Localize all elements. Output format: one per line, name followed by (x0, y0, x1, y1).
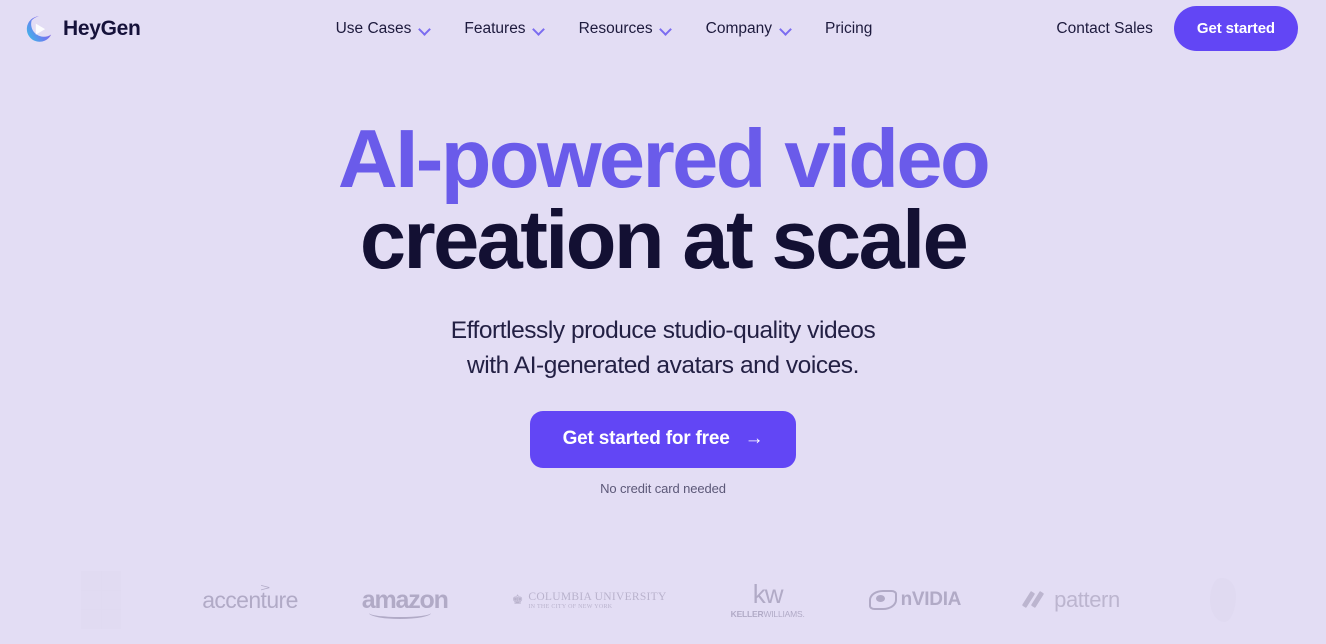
cta-note: No credit card needed (600, 480, 726, 496)
pattern-slashes-icon (1021, 590, 1047, 609)
logo-kw-sublabel-bold: KELLER (730, 609, 764, 619)
columbia-crown-icon: ♚ (511, 592, 524, 607)
logo-accenture: > accenture (202, 556, 298, 644)
nav-label-features: Features (464, 19, 526, 37)
cta-label: Get started for free (562, 428, 730, 450)
nav-label-resources: Resources (578, 19, 653, 37)
hero-section: AI-powered video creation at scale Effor… (0, 57, 1326, 496)
brand-name: HeyGen (63, 16, 141, 40)
get-started-for-free-button[interactable]: Get started for free → (529, 410, 797, 468)
page-title: AI-powered video creation at scale (0, 57, 1326, 280)
hero-title-line-2: creation at scale (359, 192, 969, 286)
hero-title-line-1: AI-powered video (337, 112, 991, 205)
logo-placeholder-icon (1209, 578, 1236, 622)
logo-nvidia-label: nVIDIA (900, 589, 962, 610)
brand-logo-link[interactable]: HeyGen (24, 14, 141, 44)
arrow-right-icon: → (744, 427, 764, 449)
hero-subtitle: Effortlessly produce studio-quality vide… (0, 280, 1326, 384)
nav-item-pricing[interactable]: Pricing (825, 20, 872, 38)
hero-subtitle-line-2: with AI-generated avatars and voices. (467, 351, 859, 379)
site-header: HeyGen Use Cases Features Resources Comp… (0, 0, 1326, 57)
logo-partial-left (64, 556, 138, 644)
logo-placeholder-icon (81, 571, 122, 629)
chevron-down-icon (534, 25, 545, 32)
logo-nvidia: nVIDIA (868, 556, 962, 644)
chevron-down-icon (419, 25, 430, 32)
nav-item-use-cases[interactable]: Use Cases (336, 20, 431, 38)
logo-kw-sublabel-light: WILLIAMS. (763, 609, 805, 619)
logo-keller-williams: kw KELLERWILLIAMS. (731, 556, 805, 644)
nav-item-features[interactable]: Features (464, 20, 544, 38)
chevron-down-icon (780, 25, 791, 32)
nvidia-eye-icon (868, 590, 897, 610)
logo-columbia-university: ♚ COLUMBIA UNIVERSITY IN THE CITY OF NEW… (512, 556, 667, 644)
contact-sales-link[interactable]: Contact Sales (1056, 20, 1153, 38)
nav-label-use-cases: Use Cases (335, 19, 412, 37)
logo-pattern-label: pattern (1054, 587, 1120, 612)
heygen-landing-page: HeyGen Use Cases Features Resources Comp… (0, 0, 1326, 644)
heygen-play-swoosh-icon (26, 15, 52, 42)
logo-pattern: pattern (1021, 556, 1120, 644)
chevron-down-icon (661, 25, 672, 32)
header-actions: Contact Sales Get started (1056, 6, 1298, 51)
logo-amazon: amazon (362, 556, 449, 644)
nav-label-pricing: Pricing (825, 19, 873, 37)
hero-subtitle-line-1: Effortlessly produce studio-quality vide… (450, 317, 876, 344)
logo-kw-label: kw (752, 579, 784, 609)
nav-item-resources[interactable]: Resources (579, 20, 672, 38)
main-navigation: Use Cases Features Resources Company Pri… (336, 20, 873, 38)
nav-label-company: Company (705, 19, 772, 37)
customer-logo-strip: > accenture amazon ♚ COLUMBIA UNIVERSITY… (0, 556, 1326, 644)
logo-partial-right (1184, 556, 1262, 644)
logo-columbia-label: COLUMBIA UNIVERSITY (528, 590, 667, 603)
nav-item-company[interactable]: Company (706, 20, 791, 38)
amazon-smile-icon (368, 607, 431, 619)
accenture-caret-icon: > (260, 581, 270, 593)
hero-cta-group: Get started for free → No credit card ne… (0, 384, 1326, 496)
logo-columbia-sublabel: IN THE CITY OF NEW YORK (528, 603, 613, 610)
logo-accenture-label: accenture (202, 586, 298, 613)
get-started-button[interactable]: Get started (1173, 6, 1298, 51)
